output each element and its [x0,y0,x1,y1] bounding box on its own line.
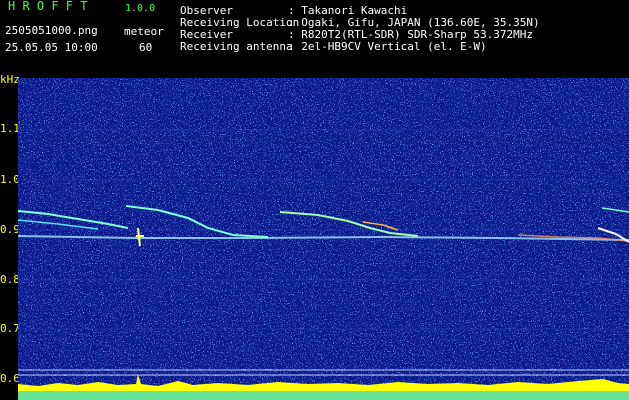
image-filename: 2505051000.png [5,24,98,37]
power-baseline-overlay [18,391,629,400]
y-tick: 1.0 [0,173,20,186]
spectrogram-plot [18,78,629,400]
meteor-label: meteor [124,25,164,38]
y-tick: 0.9 [0,223,20,236]
y-tick: 0.6 [0,372,20,385]
app-version: 1.0.0 [125,3,156,14]
antenna-label: Receiving antenna [180,40,293,53]
app-title: H R O F F T [8,0,88,13]
antenna-value: : 2el-HB9CV Vertical (el. E-W) [288,40,487,53]
y-axis-unit: kHz [0,73,20,86]
meteor-count: 60 [139,41,153,54]
observation-datetime: 25.05.05 10:00 [5,41,98,54]
y-tick: 1.1 [0,122,20,135]
y-tick: 0.8 [0,273,20,286]
y-tick: 0.7 [0,322,20,335]
